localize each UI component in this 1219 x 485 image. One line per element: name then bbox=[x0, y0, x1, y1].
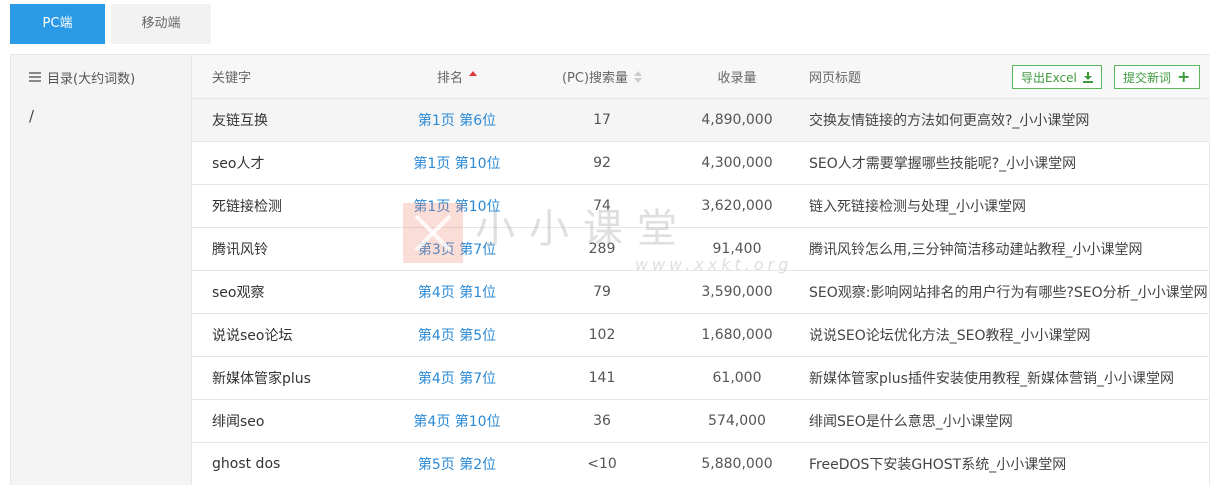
indexed-cell: 5,880,000 bbox=[701, 456, 773, 472]
rank-link[interactable]: 第1页 第10位 bbox=[372, 142, 542, 184]
table-row: 绯闻seo 第4页 第10位 36 574,000 绯闻SEO是什么意思_小小课堂网 bbox=[192, 400, 1210, 443]
rank-link[interactable]: 第3页 第7位 bbox=[372, 228, 542, 270]
rank-link[interactable]: 第1页 第6位 bbox=[372, 99, 542, 141]
header-indexed: 收录量 bbox=[717, 71, 757, 86]
page-title-cell: SEO人才需要掌握哪些技能呢?_小小课堂网 bbox=[809, 156, 1077, 172]
table-row: 友链互换 第1页 第6位 17 4,890,000 交换友情链接的方法如何更高效?_小小… bbox=[192, 99, 1210, 142]
indexed-cell: 3,590,000 bbox=[701, 284, 773, 300]
rank-link[interactable]: 第4页 第5位 bbox=[372, 314, 542, 356]
table-header: 关键字 排名 (PC)搜索量 收录量 网页标题 导出Excel 提交新词 + bbox=[192, 55, 1210, 99]
header-rank[interactable]: 排名 bbox=[372, 55, 542, 98]
search-volume-cell: 141 bbox=[588, 370, 616, 386]
directory-item-root[interactable]: / bbox=[11, 107, 191, 125]
page-title-cell: 绯闻SEO是什么意思_小小课堂网 bbox=[809, 414, 1013, 430]
indexed-cell: 574,000 bbox=[708, 413, 766, 429]
export-excel-button[interactable]: 导出Excel bbox=[1012, 65, 1102, 89]
page-title-cell: 新媒体管家plus插件安装使用教程_新媒体营销_小小课堂网 bbox=[809, 371, 1174, 387]
results-panel: 目录(大约词数) / 关键字 排名 (PC)搜索量 收录量 网页标题 导出Exc… bbox=[10, 54, 1210, 485]
keyword-cell: 友链互换 bbox=[212, 113, 268, 129]
keyword-cell: 说说seo论坛 bbox=[212, 328, 293, 344]
keyword-cell: 死链接检测 bbox=[212, 199, 282, 215]
header-search-volume-label: (PC)搜索量 bbox=[561, 71, 629, 86]
table-body: 友链互换 第1页 第6位 17 4,890,000 交换友情链接的方法如何更高效?_小小… bbox=[192, 99, 1210, 485]
keyword-cell: ghost dos bbox=[212, 456, 281, 472]
indexed-cell: 4,890,000 bbox=[701, 112, 773, 128]
rank-link[interactable]: 第1页 第10位 bbox=[372, 185, 542, 227]
header-page-title: 网页标题 bbox=[809, 71, 862, 86]
keyword-cell: 绯闻seo bbox=[212, 414, 265, 430]
directory-sidebar: 目录(大约词数) / bbox=[11, 55, 192, 485]
search-volume-cell: 74 bbox=[593, 198, 611, 214]
sidebar-title: 目录(大约词数) bbox=[47, 71, 136, 87]
indexed-cell: 1,680,000 bbox=[701, 327, 773, 343]
search-volume-cell: 289 bbox=[588, 241, 616, 257]
plus-icon: + bbox=[1177, 67, 1191, 86]
search-volume-cell: 17 bbox=[593, 112, 611, 128]
search-volume-cell: 79 bbox=[593, 284, 611, 300]
table-row: seo人才 第1页 第10位 92 4,300,000 SEO人才需要掌握哪些技能呢?_… bbox=[192, 142, 1210, 185]
page-title-cell: 说说SEO论坛优化方法_SEO教程_小小课堂网 bbox=[809, 328, 1091, 344]
sort-icon[interactable] bbox=[469, 70, 477, 83]
search-volume-cell: 102 bbox=[588, 327, 616, 343]
sidebar-header: 目录(大约词数) bbox=[11, 55, 191, 99]
submit-new-word-label: 提交新词 bbox=[1123, 70, 1172, 85]
platform-tabs: PC端 移动端 bbox=[10, 4, 211, 44]
table-row: 腾讯风铃 第3页 第7位 289 91,400 腾讯风铃怎么用,三分钟简洁移动建站教程_… bbox=[192, 228, 1210, 271]
indexed-cell: 61,000 bbox=[712, 370, 762, 386]
indexed-cell: 3,620,000 bbox=[701, 198, 773, 214]
export-excel-label: 导出Excel bbox=[1021, 70, 1077, 85]
tab-mobile[interactable]: 移动端 bbox=[111, 4, 211, 44]
table-row: 新媒体管家plus 第4页 第7位 141 61,000 新媒体管家plus插件安装使用… bbox=[192, 357, 1210, 400]
tab-pc[interactable]: PC端 bbox=[10, 4, 105, 44]
page-title-cell: 腾讯风铃怎么用,三分钟简洁移动建站教程_小小课堂网 bbox=[809, 242, 1143, 258]
header-rank-label: 排名 bbox=[436, 71, 463, 86]
page-title-cell: SEO观察:影响网站排名的用户行为有哪些?SEO分析_小小课堂网 bbox=[809, 285, 1208, 301]
indexed-cell: 4,300,000 bbox=[701, 155, 773, 171]
keyword-table: 关键字 排名 (PC)搜索量 收录量 网页标题 导出Excel 提交新词 + 友… bbox=[192, 55, 1210, 485]
rank-link[interactable]: 第5页 第2位 bbox=[372, 443, 542, 485]
table-row: 死链接检测 第1页 第10位 74 3,620,000 链入死链接检测与处理_小小课堂网 bbox=[192, 185, 1210, 228]
table-row: seo观察 第4页 第1位 79 3,590,000 SEO观察:影响网站排名的用户行为… bbox=[192, 271, 1210, 314]
keyword-cell: seo人才 bbox=[212, 156, 265, 172]
indexed-cell: 91,400 bbox=[712, 241, 762, 257]
search-volume-cell: 92 bbox=[593, 155, 611, 171]
sort-icon[interactable] bbox=[634, 70, 643, 83]
header-search-volume[interactable]: (PC)搜索量 bbox=[542, 55, 662, 98]
header-keyword: 关键字 bbox=[212, 71, 252, 86]
rank-link[interactable]: 第4页 第1位 bbox=[372, 271, 542, 313]
keyword-cell: 新媒体管家plus bbox=[212, 371, 311, 387]
page-title-cell: 交换友情链接的方法如何更高效?_小小课堂网 bbox=[809, 113, 1090, 129]
search-volume-cell: <10 bbox=[587, 456, 617, 472]
table-row: 说说seo论坛 第4页 第5位 102 1,680,000 说说SEO论坛优化方法_SE… bbox=[192, 314, 1210, 357]
rank-link[interactable]: 第4页 第10位 bbox=[372, 400, 542, 442]
page-title-cell: 链入死链接检测与处理_小小课堂网 bbox=[809, 199, 1026, 215]
list-icon bbox=[29, 72, 41, 82]
page-title-cell: FreeDOS下安装GHOST系统_小小课堂网 bbox=[809, 457, 1067, 473]
keyword-cell: seo观察 bbox=[212, 285, 265, 301]
keyword-cell: 腾讯风铃 bbox=[212, 242, 268, 258]
search-volume-cell: 36 bbox=[593, 413, 611, 429]
table-row: ghost dos 第5页 第2位 <10 5,880,000 FreeDOS下安装GH… bbox=[192, 443, 1210, 485]
download-icon bbox=[1082, 71, 1093, 83]
submit-new-word-button[interactable]: 提交新词 + bbox=[1114, 65, 1200, 89]
rank-link[interactable]: 第4页 第7位 bbox=[372, 357, 542, 399]
